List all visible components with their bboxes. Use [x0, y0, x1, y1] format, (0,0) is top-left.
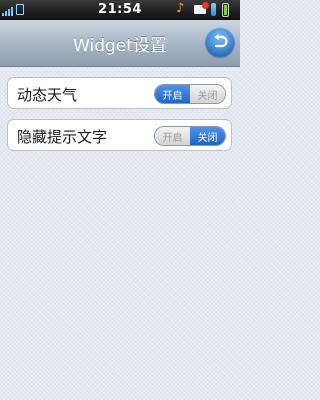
dynamic-weather-toggle[interactable]: 开启 关闭	[154, 84, 226, 104]
setting-row-hide-hint-text: 隐藏提示文字 开启 关闭	[7, 119, 232, 151]
toggle-off-option[interactable]: 关闭	[190, 127, 225, 145]
back-arrow-icon	[214, 34, 228, 48]
toggle-on-option[interactable]: 开启	[155, 85, 190, 103]
page-title: Widget设置	[73, 36, 167, 56]
hide-hint-text-toggle[interactable]: 开启 关闭	[154, 126, 226, 146]
setting-label: 动态天气	[17, 86, 78, 104]
title-bar: Widget设置	[0, 20, 240, 67]
music-icon: ♪	[176, 1, 185, 16]
status-bar: 21:54 ♪	[0, 0, 240, 20]
back-button[interactable]	[205, 27, 235, 57]
setting-label: 隐藏提示文字	[17, 128, 108, 146]
sync-icon	[211, 3, 216, 16]
toggle-on-option[interactable]: 开启	[155, 127, 190, 145]
mail-notification-icon	[194, 2, 209, 14]
setting-row-dynamic-weather: 动态天气 开启 关闭	[7, 77, 232, 109]
battery-icon	[222, 3, 229, 17]
toggle-off-option[interactable]: 关闭	[190, 85, 225, 103]
